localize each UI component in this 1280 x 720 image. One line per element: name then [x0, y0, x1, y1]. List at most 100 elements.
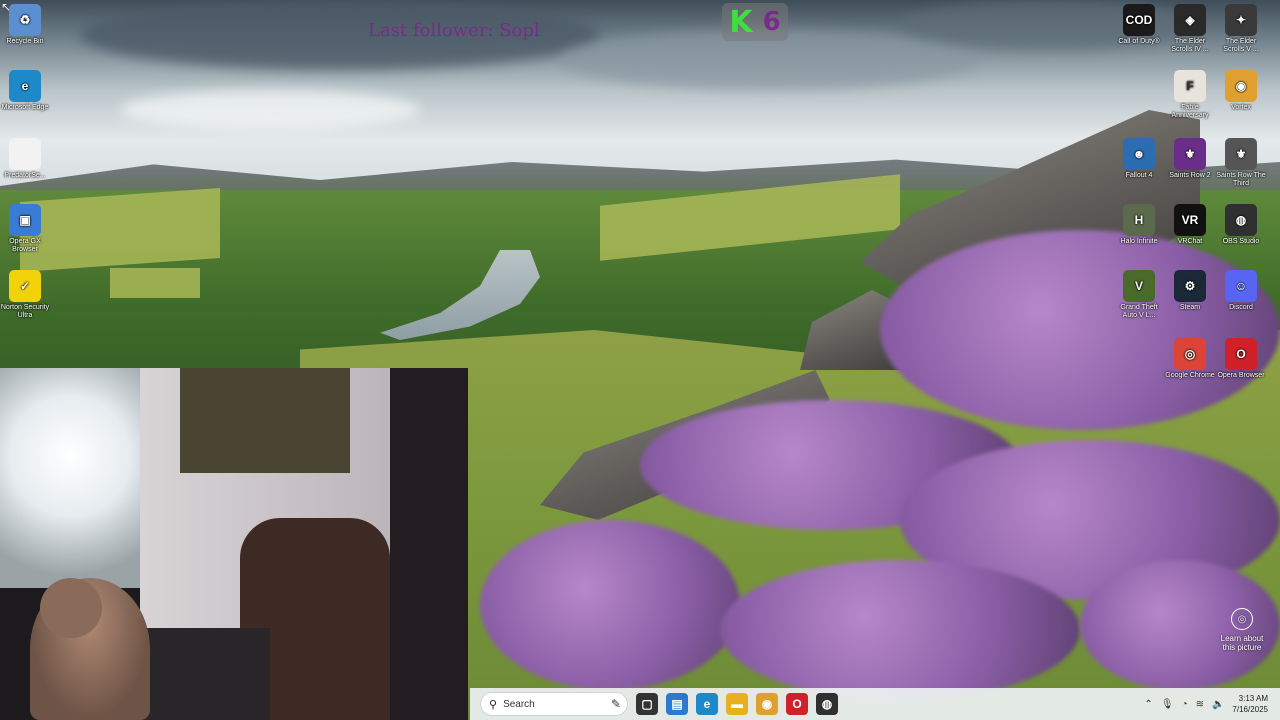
desktop-icon-chrome[interactable]: ◎ Google Chrome: [1165, 338, 1215, 380]
desktop-icon-label: Fallout 4: [1125, 172, 1153, 179]
learn-about-picture[interactable]: ◎ Learn about this picture: [1216, 608, 1268, 652]
desktop-icon-label: Fable Anniversary: [1171, 104, 1209, 119]
volume-icon[interactable]: 🔈: [1212, 699, 1224, 710]
opera-gx-icon: ▣: [9, 204, 41, 236]
webcam-window-light: [0, 368, 140, 588]
webcam-person-head: [40, 578, 102, 638]
vrchat-icon: VR: [1174, 204, 1206, 236]
microphone-icon[interactable]: 🎙: [1161, 699, 1174, 710]
counter-widget: K 6: [722, 3, 788, 41]
desktop-icon-label: Discord: [1229, 304, 1253, 311]
webcam-feed: [0, 368, 468, 720]
obs-icon: ◍: [1225, 204, 1257, 236]
field: [110, 268, 200, 298]
desktop-icon-saints-row-third[interactable]: ⚜ Saints Row The Third: [1216, 138, 1266, 188]
fable-icon: F: [1174, 70, 1206, 102]
desktop-icon-label: Microsoft Edge: [1, 104, 49, 111]
clock[interactable]: 3:13 AM 7/16/2025: [1232, 693, 1268, 715]
desktop-icon-label: Call of Duty®: [1118, 38, 1160, 45]
desktop-icon-opera[interactable]: O Opera Browser: [1216, 338, 1266, 380]
desktop-icon-gta[interactable]: V Grand Theft Auto V L...: [1114, 270, 1164, 320]
vortex-icon: ◉: [1225, 70, 1257, 102]
desktop-icon-label: The Elder Scrolls IV ...: [1171, 38, 1209, 53]
mouse-cursor-icon: ↖: [1, 0, 12, 14]
taskbar: ⚲ Search ✎ ▢ ▤ e ▬ ◉ O ◍ ⌃ 🎙 ◔ ≋ 🔈 3:13 AM 7/1…: [470, 688, 1280, 720]
saints-row-third-icon: ⚜: [1225, 138, 1257, 170]
norton-icon: ✓: [9, 270, 41, 302]
opera-icon: O: [1225, 338, 1257, 370]
recycle-bin-icon: ♻: [9, 4, 41, 36]
chrome-icon: ◎: [1174, 338, 1206, 370]
obs-taskbar-icon[interactable]: ◍: [816, 693, 838, 715]
desktop-icon-edge[interactable]: e Microsoft Edge: [0, 70, 50, 112]
widget-icon[interactable]: ▤: [666, 693, 688, 715]
steam-icon: ⚙: [1174, 270, 1206, 302]
desktop-icon-elder-scrolls-v[interactable]: ✦ The Elder Scrolls V ...: [1216, 4, 1266, 54]
clock-date: 7/16/2025: [1232, 705, 1268, 714]
network-icon[interactable]: ◔: [1182, 699, 1188, 710]
last-follower-text: Last follower: Sopl: [368, 20, 540, 41]
desktop-icon-file[interactable]: PredatorSe...: [0, 138, 50, 180]
learn-about-label: Learn about this picture: [1220, 634, 1264, 652]
desktop-icon-norton[interactable]: ✓ Norton Security Ultra: [0, 270, 50, 320]
field: [20, 188, 220, 272]
desktop-icon-vrchat[interactable]: VR VRChat: [1165, 204, 1215, 246]
fallout-icon: ☻: [1123, 138, 1155, 170]
desktop-icon-label: Saints Row 2: [1169, 172, 1211, 179]
chevron-up-icon[interactable]: ⌃: [1144, 699, 1152, 710]
file-explorer-icon[interactable]: ▬: [726, 693, 748, 715]
desktop-icon-call-of-duty[interactable]: COD Call of Duty®: [1114, 4, 1164, 46]
desktop-icon-label: The Elder Scrolls V ...: [1223, 38, 1259, 53]
desktop-icon-label: Grand Theft Auto V L...: [1120, 304, 1158, 319]
taskbar-search[interactable]: ⚲ Search ✎: [480, 692, 628, 716]
desktop-icon-label: Vortex: [1231, 104, 1251, 111]
cloud: [120, 90, 420, 130]
desktop-icon-label: Steam: [1179, 304, 1201, 311]
desktop-icon-label: Recycle Bin: [6, 38, 44, 45]
taskbar-apps: ▢ ▤ e ▬ ◉ O ◍: [628, 693, 838, 715]
webcam-tapestry: [180, 368, 350, 473]
desktop-icon-saints-row-2[interactable]: ⚜ Saints Row 2: [1165, 138, 1215, 180]
desktop-icon-elder-scrolls-iv[interactable]: ◈ The Elder Scrolls IV ...: [1165, 4, 1215, 54]
desktop-icon-vortex[interactable]: ◉ Vortex: [1216, 70, 1266, 112]
search-icon: ⚲: [489, 698, 498, 711]
desktop-icon-label: Google Chrome: [1165, 372, 1215, 379]
desktop-icon-label: Norton Security Ultra: [0, 304, 50, 319]
webcam-dark-area: [390, 368, 468, 720]
desktop-icon-label: VRChat: [1177, 238, 1203, 245]
desktop-icon-discord[interactable]: ☺ Discord: [1216, 270, 1266, 312]
search-placeholder: Search: [503, 698, 535, 710]
edge-taskbar-icon[interactable]: e: [696, 693, 718, 715]
saints-row-2-icon: ⚜: [1174, 138, 1206, 170]
vortex-taskbar-icon[interactable]: ◉: [756, 693, 778, 715]
desktop-icon-label: Halo Infinite: [1120, 238, 1158, 245]
wifi-icon[interactable]: ≋: [1196, 699, 1204, 710]
discord-icon: ☺: [1225, 270, 1257, 302]
heather: [880, 230, 1280, 430]
edge-icon: e: [9, 70, 41, 102]
desktop-icon-halo[interactable]: H Halo Infinite: [1114, 204, 1164, 246]
search-highlight-icon: ✎: [610, 697, 621, 711]
heather: [720, 560, 1080, 700]
elder-scrolls-v-icon: ✦: [1225, 4, 1257, 36]
desktop-icon-fallout[interactable]: ☻ Fallout 4: [1114, 138, 1164, 180]
opera-taskbar-icon[interactable]: O: [786, 693, 808, 715]
counter-letter: K: [729, 4, 753, 40]
camera-icon: ◎: [1231, 608, 1253, 630]
clock-time: 3:13 AM: [1238, 694, 1268, 703]
elder-scrolls-iv-icon: ◈: [1174, 4, 1206, 36]
desktop-icon-opera-gx[interactable]: ▣ Opera GX Browser: [0, 204, 50, 254]
task-view-icon[interactable]: ▢: [636, 693, 658, 715]
desktop-icon-steam[interactable]: ⚙ Steam: [1165, 270, 1215, 312]
desktop-icon-obs[interactable]: ◍ OBS Studio: [1216, 204, 1266, 246]
desktop-icon-fable[interactable]: F Fable Anniversary: [1165, 70, 1215, 120]
call-of-duty-icon: COD: [1123, 4, 1155, 36]
desktop-icon-label: Opera Browser: [1217, 372, 1265, 379]
system-tray: ⌃ 🎙 ◔ ≋ 🔈 3:13 AM 7/16/2025: [1144, 693, 1280, 715]
desktop-icon-label: PredatorSe...: [4, 172, 46, 179]
desktop-icon-label: Saints Row The Third: [1216, 172, 1266, 187]
counter-value: 6: [762, 7, 781, 37]
desktop-icon-label: OBS Studio: [1222, 238, 1260, 245]
heather: [480, 520, 740, 690]
halo-icon: H: [1123, 204, 1155, 236]
